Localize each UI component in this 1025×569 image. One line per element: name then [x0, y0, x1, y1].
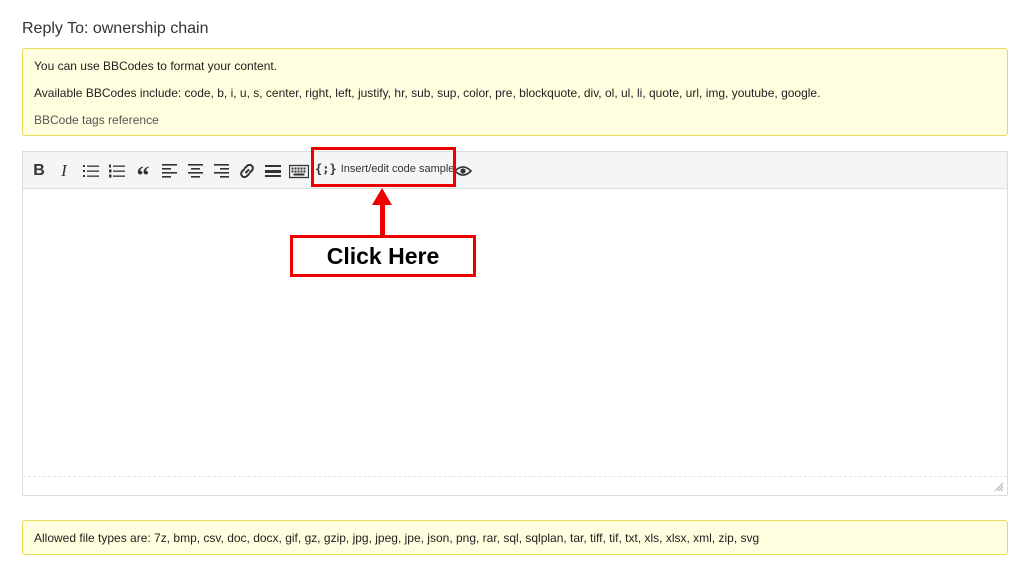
- reply-editor: B I “ {;} Insert/edit code sample: [22, 151, 1008, 496]
- annotation-arrow-shaft: [380, 202, 385, 236]
- numbered-list-button[interactable]: [106, 161, 128, 181]
- horizontal-rule-icon: [265, 165, 281, 177]
- bbcode-notice: You can use BBCodes to format your conte…: [22, 48, 1008, 136]
- align-right-button[interactable]: [210, 161, 232, 181]
- editor-content-area[interactable]: [23, 189, 1007, 477]
- keyboard-icon: [289, 164, 309, 179]
- bold-button[interactable]: B: [28, 161, 50, 181]
- numbered-list-icon: [109, 164, 125, 178]
- blockquote-button[interactable]: “: [132, 161, 154, 188]
- code-sample-highlight-box: [311, 147, 456, 187]
- preview-eye-icon: [454, 166, 472, 176]
- page-title: Reply To: ownership chain: [22, 20, 209, 37]
- italic-button[interactable]: I: [53, 161, 75, 181]
- allowed-filetypes-notice: Allowed file types are: 7z, bmp, csv, do…: [22, 520, 1008, 555]
- click-here-callout: Click Here: [290, 235, 476, 277]
- bullet-list-icon: [83, 165, 99, 177]
- link-icon: [240, 163, 254, 179]
- italic-icon: I: [61, 161, 67, 180]
- keyboard-button[interactable]: [288, 161, 310, 181]
- insert-link-button[interactable]: [236, 161, 258, 181]
- horizontal-rule-button[interactable]: [262, 161, 284, 181]
- bullet-list-button[interactable]: [80, 161, 102, 181]
- editor-toolbar: B I “ {;} Insert/edit code sample: [23, 152, 1007, 189]
- resize-handle-icon[interactable]: [994, 482, 1004, 492]
- align-center-icon: [187, 164, 203, 178]
- editor-statusbar: [23, 477, 1007, 495]
- align-center-button[interactable]: [184, 161, 206, 181]
- bold-icon: B: [33, 162, 45, 179]
- blockquote-icon: “: [136, 160, 150, 190]
- align-left-icon: [161, 164, 177, 178]
- bbcode-intro-text: You can use BBCodes to format your conte…: [34, 59, 278, 73]
- bbcode-available-list: Available BBCodes include: code, b, i, u…: [34, 86, 821, 100]
- align-left-button[interactable]: [158, 161, 180, 181]
- bbcode-reference-link[interactable]: BBCode tags reference: [34, 113, 159, 127]
- align-right-icon: [213, 164, 229, 178]
